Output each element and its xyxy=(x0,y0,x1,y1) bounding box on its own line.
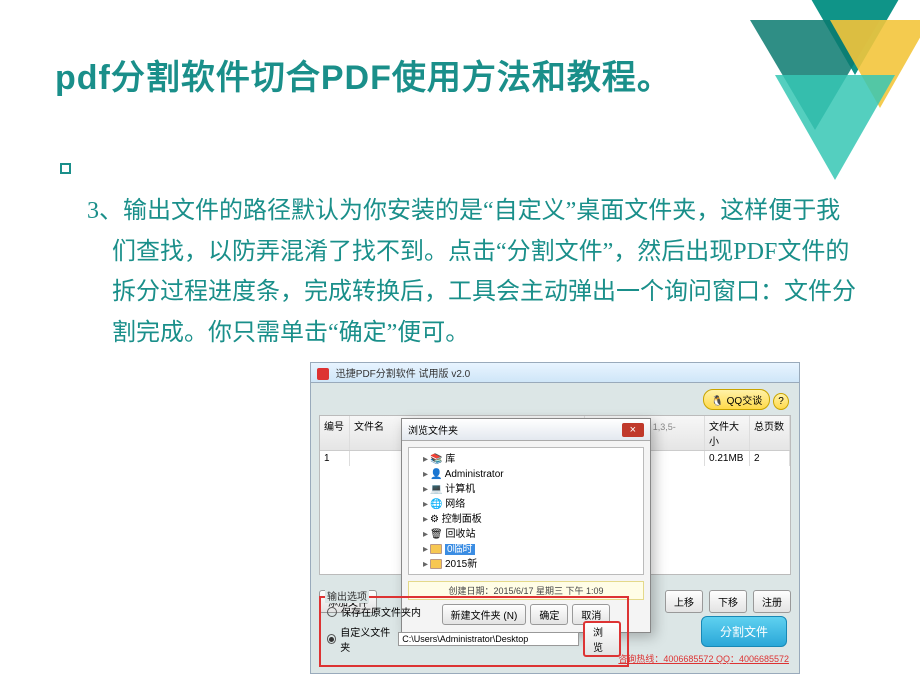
col-size: 文件大小 xyxy=(705,416,750,450)
split-file-button[interactable]: 分割文件 xyxy=(701,616,787,647)
dialog-title: 浏览文件夹 xyxy=(408,422,458,437)
app-icon xyxy=(317,368,329,380)
app-window: 迅捷PDF分割软件 试用版 v2.0 🐧 QQ交谈 ? 编号 文件名 分割页码 … xyxy=(310,362,800,674)
window-title-text: 迅捷PDF分割软件 试用版 v2.0 xyxy=(336,369,470,380)
col-total: 总页数 xyxy=(750,416,790,450)
qq-chat-button[interactable]: 🐧 QQ交谈 xyxy=(703,389,770,410)
window-titlebar: 迅捷PDF分割软件 试用版 v2.0 xyxy=(311,363,799,383)
close-icon[interactable]: × xyxy=(622,423,644,437)
radio-icon xyxy=(327,607,337,617)
bullet-icon xyxy=(60,163,71,174)
folder-tree[interactable]: ▸📚 库 ▸👤 Administrator ▸💻 计算机 ▸🌐 网络 ▸⚙ 控制… xyxy=(408,447,644,575)
slide-paragraph: 3、输出文件的路径默认为你安装的是“自定义”桌面文件夹，这样便于我们查找，以防弄… xyxy=(60,191,860,354)
browse-button[interactable]: 浏览 xyxy=(583,621,621,657)
hotline-text: 咨询热线：4006685572 QQ：4006685572 xyxy=(618,652,789,665)
move-up-button[interactable]: 上移 xyxy=(665,590,703,613)
col-number: 编号 xyxy=(320,416,350,450)
output-options-group: 输出选项 保存在原文件夹内 自定义文件夹 C:\Users\Administra… xyxy=(319,596,629,667)
output-path-input[interactable]: C:\Users\Administrator\Desktop xyxy=(398,632,579,646)
register-button[interactable]: 注册 xyxy=(753,590,791,613)
help-button[interactable]: ? xyxy=(773,393,789,410)
output-group-label: 输出选项 xyxy=(325,588,369,603)
slide-title: pdf分割软件切合PDF使用方法和教程。 xyxy=(55,50,672,99)
radio-keep-original[interactable]: 保存在原文件夹内 xyxy=(327,604,621,619)
move-down-button[interactable]: 下移 xyxy=(709,590,747,613)
radio-custom-folder[interactable]: 自定义文件夹 C:\Users\Administrator\Desktop 浏览 xyxy=(327,621,621,657)
radio-icon xyxy=(327,634,336,644)
slide-body: 3、输出文件的路径默认为你安装的是“自定义”桌面文件夹，这样便于我们查找，以防弄… xyxy=(60,150,860,354)
